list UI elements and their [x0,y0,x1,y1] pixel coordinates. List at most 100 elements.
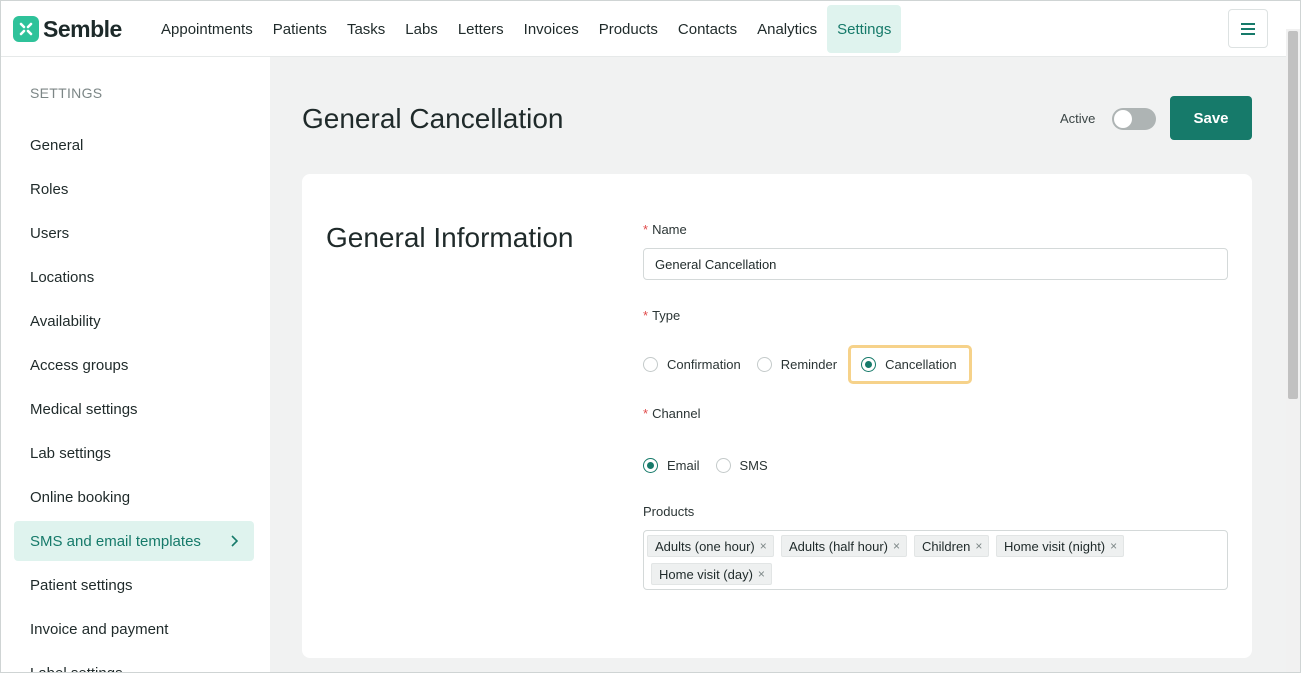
name-input-value: General Cancellation [655,256,777,272]
sidebar-item-label: Patient settings [30,576,133,594]
sidebar-item-label: Access groups [30,356,129,374]
type-option-cancellation[interactable]: Cancellation [848,345,972,384]
products-multiselect[interactable]: Adults (one hour) × Adults (half hour) × C… [643,530,1228,590]
sidebar-item-online-booking[interactable]: Online booking [14,477,254,517]
sidebar-item-label-settings[interactable]: Label settings [14,653,254,673]
sidebar-item-label: Invoice and payment [30,620,169,638]
sidebar-item-label: Users [30,224,70,242]
main-nav: Appointments Patients Tasks Labs Letters… [151,5,902,53]
channel-option-sms[interactable]: SMS [715,458,768,473]
name-field-label: * Name [643,222,687,237]
channel-field-label: * Channel [643,406,701,421]
semble-logo-icon [13,16,39,42]
sidebar-item-label: Locations [30,268,95,286]
save-button[interactable]: Save [1170,96,1252,140]
sidebar-list: General Roles Users Locations Availabili… [14,125,254,673]
sidebar-item-label: Lab settings [30,444,111,462]
nav-analytics[interactable]: Analytics [747,5,827,53]
radio-label: Email [667,458,700,473]
radio-label: Cancellation [885,357,957,372]
radio-label: SMS [739,458,768,473]
channel-label-text: Channel [652,406,701,421]
sidebar-item-availability[interactable]: Availability [14,301,254,341]
type-radio-group: Confirmation Reminder Cancellation [643,345,985,384]
nav-patients[interactable]: Patients [263,5,337,53]
product-tag: Adults (one hour) × [647,535,774,557]
tag-label: Children [922,538,971,554]
sidebar-item-access-groups[interactable]: Access groups [14,345,254,385]
close-icon[interactable]: × [758,567,765,581]
nav-labs[interactable]: Labs [395,5,448,53]
products-field-label: Products [643,504,695,519]
product-tag: Adults (half hour) × [781,535,908,557]
sidebar-item-users[interactable]: Users [14,213,254,253]
sidebar-item-label: Roles [30,180,69,198]
nav-invoices[interactable]: Invoices [514,5,589,53]
active-toggle-label: Active [1060,111,1096,126]
channel-radio-group: Email SMS [643,458,784,473]
name-input[interactable]: General Cancellation [643,248,1228,280]
menu-button[interactable] [1228,9,1268,48]
type-option-confirmation[interactable]: Confirmation [643,357,741,372]
radio-circle [715,458,731,473]
close-icon[interactable]: × [975,539,982,553]
nav-letters[interactable]: Letters [448,5,514,53]
type-label-text: Type [652,308,681,323]
required-marker: * [643,222,649,237]
sidebar-item-label: Availability [30,312,101,330]
sidebar-item-lab-settings[interactable]: Lab settings [14,433,254,473]
product-tag: Home visit (day) × [651,563,772,585]
nav-contacts[interactable]: Contacts [668,5,747,53]
sidebar-item-label: SMS and email templates [30,532,201,550]
channel-option-email[interactable]: Email [643,458,700,473]
radio-circle [643,357,658,372]
radio-label: Confirmation [667,357,741,372]
main-content: General Cancellation Active Save General… [270,57,1286,672]
close-icon[interactable]: × [893,539,900,553]
required-marker: * [643,406,649,421]
sidebar-item-invoice-payment[interactable]: Invoice and payment [14,609,254,649]
tag-label: Home visit (night) [1004,538,1106,554]
chevron-right-icon [230,534,239,551]
nav-products[interactable]: Products [589,5,668,53]
semble-logo[interactable]: Semble [13,15,122,43]
app-window: Semble Appointments Patients Tasks Labs … [0,0,1301,673]
radio-circle [756,357,772,372]
sidebar-item-sms-email-templates[interactable]: SMS and email templates [14,521,254,561]
tag-label: Adults (half hour) [789,538,888,554]
sidebar-item-roles[interactable]: Roles [14,169,254,209]
hamburger-icon [1241,22,1255,35]
name-label-text: Name [652,222,687,237]
nav-settings[interactable]: Settings [827,5,902,53]
sidebar-item-general[interactable]: General [14,125,254,165]
sidebar-item-label: General [30,136,84,154]
general-information-card: General Information * Name General Cancel… [302,174,1252,658]
sidebar-item-locations[interactable]: Locations [14,257,254,297]
toggle-knob [1114,110,1132,128]
sidebar-heading: SETTINGS [30,85,103,101]
sidebar-item-label: Online booking [30,488,131,506]
radio-circle [861,357,877,372]
sidebar-item-label: Label settings [30,664,123,673]
page-title: General Cancellation [302,103,564,134]
top-navigation-bar: Semble Appointments Patients Tasks Labs … [1,1,1300,57]
active-toggle[interactable] [1112,108,1156,130]
product-tag: Children × [914,535,990,557]
radio-circle [643,458,658,473]
nav-appointments[interactable]: Appointments [151,5,263,53]
scrollbar-thumb[interactable] [1288,31,1298,399]
product-tag: Home visit (night) × [996,535,1125,557]
section-title: General Information [326,222,574,253]
sidebar-item-patient-settings[interactable]: Patient settings [14,565,254,605]
type-option-reminder[interactable]: Reminder [756,357,838,372]
logo-wordmark: Semble [43,15,122,42]
tag-label: Adults (one hour) [655,538,755,554]
settings-sidebar: SETTINGS General Roles Users Locations A… [1,57,270,673]
nav-tasks[interactable]: Tasks [337,5,395,53]
close-icon[interactable]: × [1110,539,1117,553]
close-icon[interactable]: × [760,539,767,553]
sidebar-item-label: Medical settings [30,400,138,418]
page-scrollbar[interactable] [1286,29,1300,672]
radio-label: Reminder [780,357,838,372]
sidebar-item-medical-settings[interactable]: Medical settings [14,389,254,429]
